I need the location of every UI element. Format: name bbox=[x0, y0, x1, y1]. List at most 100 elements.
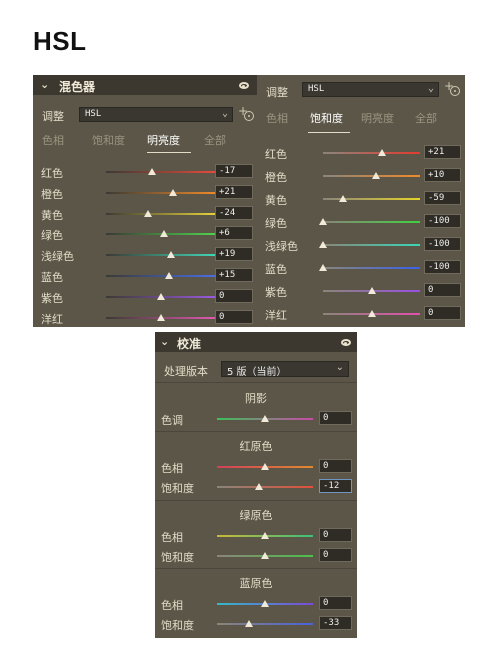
tab-hue[interactable]: 色相 bbox=[42, 132, 64, 148]
process-version-value: 5 版（当前） bbox=[227, 367, 287, 378]
slider-thumb[interactable] bbox=[319, 241, 327, 248]
slider-value-field[interactable]: -59 bbox=[424, 191, 461, 205]
slider-value-field[interactable]: 0 bbox=[319, 548, 352, 562]
slider-value-field[interactable]: 0 bbox=[424, 306, 461, 320]
slider-track[interactable] bbox=[217, 486, 313, 488]
red-primary-heading: 红原色 bbox=[239, 440, 273, 453]
shadows-heading: 阴影 bbox=[245, 392, 267, 405]
slider-track[interactable] bbox=[106, 254, 216, 257]
slider-thumb[interactable] bbox=[160, 230, 169, 238]
slider-label: 色调 bbox=[161, 414, 183, 427]
slider-value-field[interactable]: 0 bbox=[319, 596, 352, 610]
slider-label: 红色 bbox=[41, 167, 63, 180]
adjust-dropdown[interactable]: HSL ⌄ bbox=[302, 82, 439, 97]
slider-value-field[interactable]: +21 bbox=[215, 184, 253, 199]
slider-thumb[interactable] bbox=[377, 149, 386, 156]
slider-value-field[interactable]: 0 bbox=[424, 283, 461, 297]
process-version-dropdown[interactable]: 5 版（当前） ⌄ bbox=[221, 361, 349, 378]
calibration-panel: ⌄ 校准 处理版本 5 版（当前） ⌄ 阴影 色调 0 红原色 色相 0 饱和度 -12… bbox=[155, 332, 357, 638]
slider-track[interactable] bbox=[106, 212, 216, 215]
slider-track[interactable] bbox=[323, 221, 420, 223]
slider-thumb[interactable] bbox=[319, 218, 327, 225]
tab-saturation[interactable]: 饱和度 bbox=[92, 132, 125, 148]
slider-label: 洋红 bbox=[265, 309, 287, 322]
slider-value-field[interactable]: +15 bbox=[215, 268, 253, 282]
slider-track[interactable] bbox=[323, 198, 420, 200]
slider-thumb[interactable] bbox=[367, 287, 376, 294]
tab-all[interactable]: 全部 bbox=[204, 132, 226, 148]
slider-value-field[interactable]: -24 bbox=[215, 205, 253, 220]
slider-value-field[interactable]: -33 bbox=[319, 616, 352, 630]
saturation-panel: 调整 HSL ⌄ + 色相 饱和度 明亮度 全部 红色 +21 橙色 +10 黄色 -59… bbox=[257, 75, 465, 327]
slider-thumb[interactable] bbox=[167, 251, 176, 259]
slider-thumb[interactable] bbox=[157, 313, 165, 321]
slider-thumb[interactable] bbox=[338, 195, 347, 202]
slider-label: 紫色 bbox=[41, 291, 63, 305]
slider-thumb[interactable] bbox=[255, 483, 264, 490]
slider-thumb[interactable] bbox=[261, 552, 269, 559]
eye-icon[interactable] bbox=[341, 339, 351, 346]
slider-value-field[interactable]: -100 bbox=[424, 237, 461, 251]
slider-thumb[interactable] bbox=[147, 168, 156, 175]
active-tab-underline bbox=[147, 152, 191, 153]
slider-label: 绿色 bbox=[41, 229, 63, 243]
slider-label: 黄色 bbox=[41, 208, 63, 222]
slider-label: 色相 bbox=[161, 599, 183, 612]
slider-label: 浅绿色 bbox=[265, 240, 298, 253]
mixer-title: 混色器 bbox=[59, 80, 96, 94]
slider-value-field[interactable]: +19 bbox=[215, 247, 253, 262]
slider-label: 橙色 bbox=[41, 187, 63, 201]
mixer-header[interactable]: ⌄ 混色器 bbox=[33, 75, 257, 95]
slider-value-field[interactable]: -17 bbox=[215, 164, 253, 178]
slider-thumb[interactable] bbox=[261, 600, 269, 607]
slider-thumb[interactable] bbox=[367, 310, 376, 317]
tab-luminance[interactable]: 明亮度 bbox=[361, 110, 394, 126]
slider-thumb[interactable] bbox=[143, 209, 152, 217]
slider-track[interactable] bbox=[217, 623, 313, 625]
slider-thumb[interactable] bbox=[261, 463, 269, 470]
slider-track[interactable] bbox=[323, 267, 420, 269]
slider-value-field[interactable]: +21 bbox=[424, 145, 461, 159]
chevron-down-icon: ⌄ bbox=[427, 83, 434, 94]
slider-thumb[interactable] bbox=[372, 172, 381, 179]
slider-value-field[interactable]: +10 bbox=[424, 168, 461, 182]
slider-thumb[interactable] bbox=[261, 415, 269, 422]
tab-saturation[interactable]: 饱和度 bbox=[310, 110, 343, 126]
calibration-header[interactable]: ⌄ 校准 bbox=[155, 332, 357, 352]
slider-track[interactable] bbox=[323, 244, 420, 246]
slider-value-field[interactable]: 0 bbox=[215, 309, 253, 324]
slider-value-field[interactable]: -100 bbox=[424, 260, 461, 274]
slider-track[interactable] bbox=[106, 275, 216, 277]
slider-thumb[interactable] bbox=[168, 188, 177, 196]
slider-track[interactable] bbox=[323, 152, 420, 154]
slider-value-field[interactable]: -100 bbox=[424, 214, 461, 228]
slider-value-field[interactable]: 0 bbox=[319, 411, 352, 425]
tab-luminance[interactable]: 明亮度 bbox=[147, 132, 180, 148]
blue-primary-heading: 蓝原色 bbox=[239, 577, 273, 590]
chevron-down-icon[interactable]: ⌄ bbox=[160, 335, 169, 348]
slider-value-field[interactable]: -12 bbox=[319, 479, 352, 493]
slider-track[interactable] bbox=[106, 191, 216, 194]
slider-label: 橙色 bbox=[265, 171, 287, 184]
slider-thumb[interactable] bbox=[319, 264, 327, 271]
slider-thumb[interactable] bbox=[165, 272, 174, 279]
slider-thumb[interactable] bbox=[261, 532, 269, 539]
chevron-down-icon[interactable]: ⌄ bbox=[40, 78, 49, 91]
target-adjust-icon[interactable] bbox=[450, 86, 460, 96]
tab-hue[interactable]: 色相 bbox=[266, 110, 288, 126]
slider-track[interactable] bbox=[106, 171, 216, 173]
adjust-dropdown[interactable]: HSL ⌄ bbox=[79, 107, 233, 122]
slider-label: 洋红 bbox=[41, 312, 63, 326]
target-adjust-icon[interactable] bbox=[244, 111, 254, 121]
slider-thumb[interactable] bbox=[157, 292, 165, 300]
adjust-value: HSL bbox=[308, 84, 325, 94]
eye-icon[interactable] bbox=[239, 82, 249, 89]
slider-value-field[interactable]: 0 bbox=[215, 288, 253, 303]
slider-label: 蓝色 bbox=[41, 271, 63, 284]
process-version-label: 处理版本 bbox=[164, 365, 208, 378]
slider-value-field[interactable]: 0 bbox=[319, 459, 352, 473]
slider-thumb[interactable] bbox=[245, 620, 254, 627]
tab-all[interactable]: 全部 bbox=[415, 110, 437, 126]
slider-value-field[interactable]: +6 bbox=[215, 226, 253, 241]
slider-value-field[interactable]: 0 bbox=[319, 528, 352, 542]
